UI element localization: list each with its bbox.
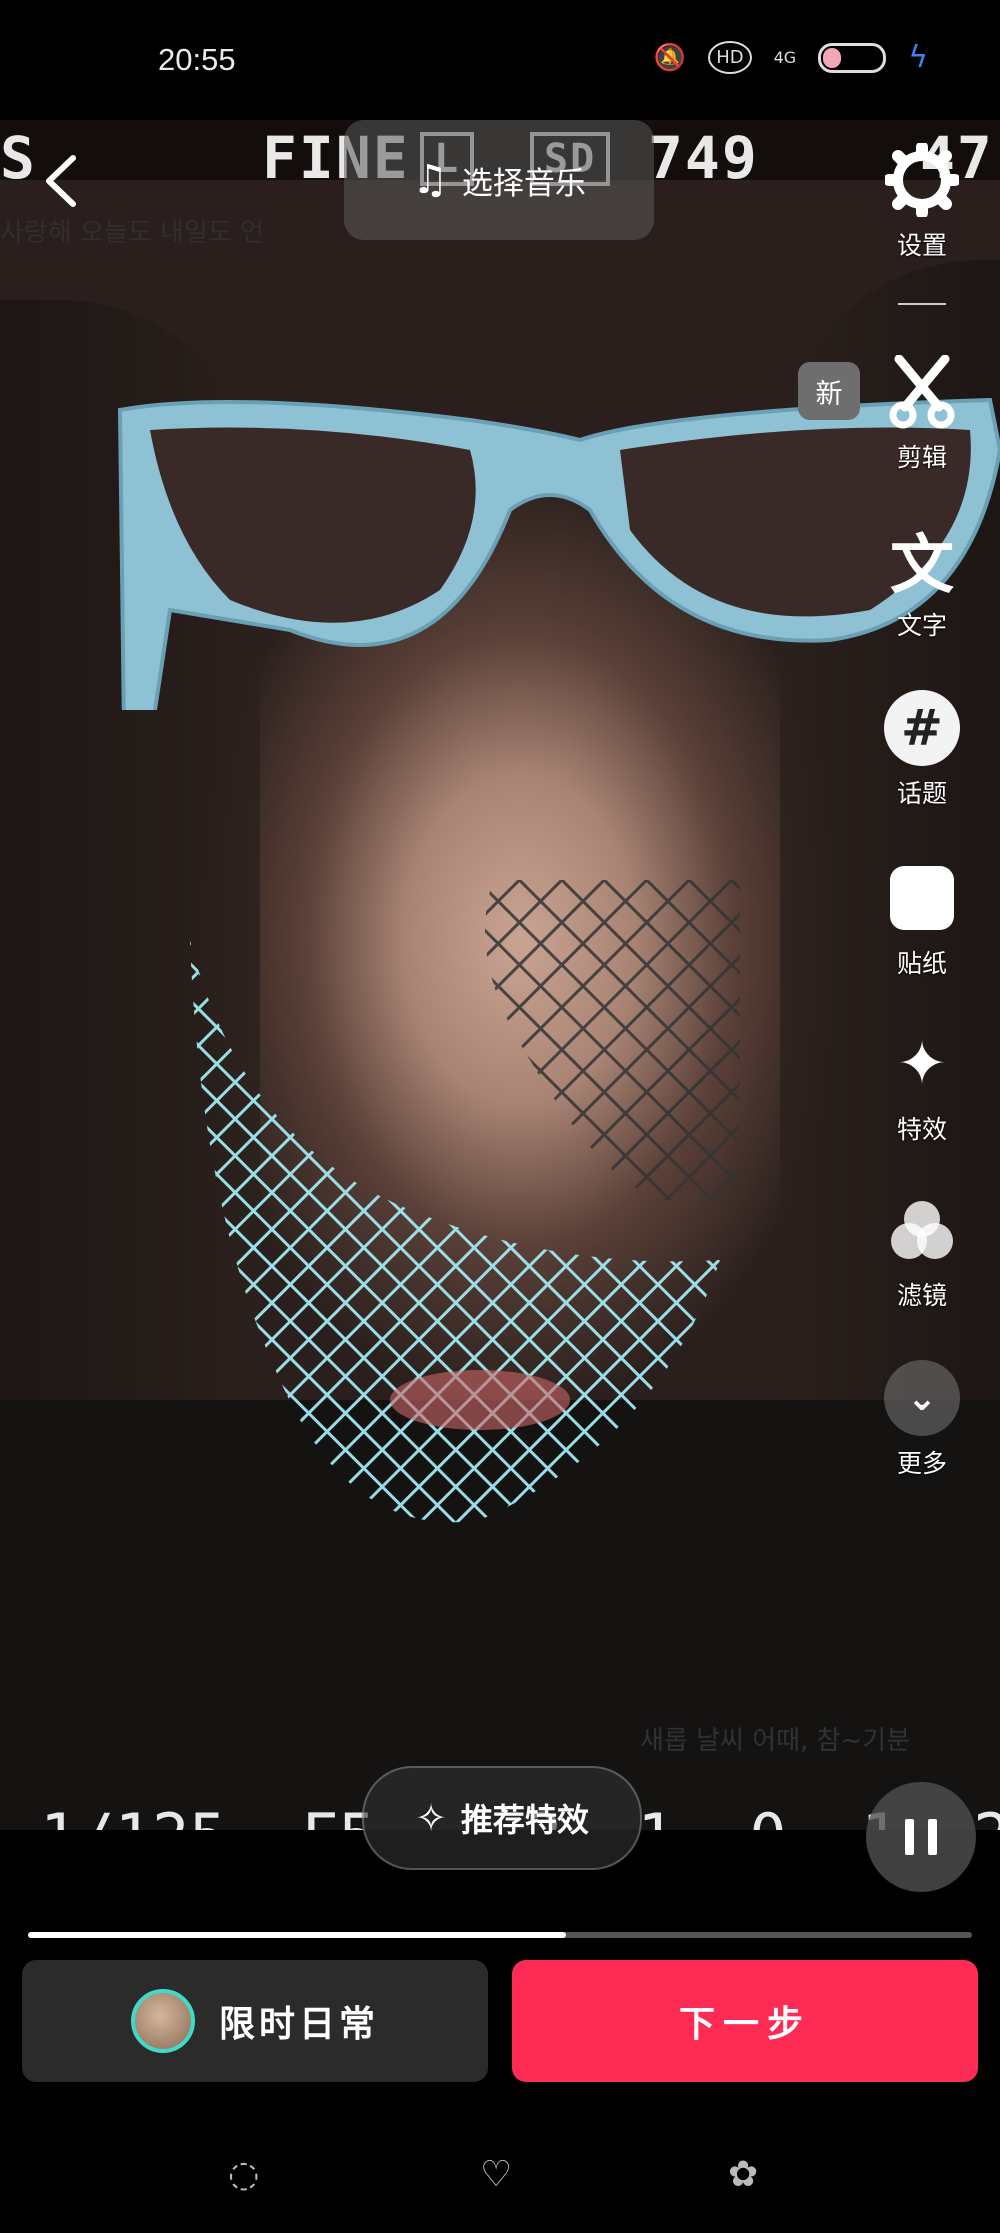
pause-icon — [905, 1819, 937, 1855]
tool-settings[interactable]: 设置 — [872, 140, 972, 262]
tool-filters[interactable]: 滤镜 — [872, 1190, 972, 1312]
charging-icon: ϟ — [908, 40, 928, 75]
tool-effects[interactable]: ✦ 特效 — [872, 1024, 972, 1146]
tool-effects-label: 特效 — [896, 1115, 947, 1144]
template-button[interactable]: 限时日常 — [22, 1960, 488, 2082]
bottom-bar: 限时日常 下一步 ◌ ♡ ✿ — [0, 1938, 1000, 2233]
tool-settings-label: 设置 — [896, 231, 947, 260]
sparkle-icon: ✦ — [896, 1029, 948, 1099]
tool-text-label: 文字 — [896, 611, 947, 640]
text-icon: 文 — [890, 529, 954, 603]
pause-button[interactable] — [866, 1782, 976, 1892]
hd-icon: HD — [708, 41, 752, 74]
avatar — [130, 1989, 195, 2053]
tool-topic[interactable]: # 话题 — [872, 688, 972, 810]
chevron-left-icon — [46, 155, 76, 207]
status-icons: 🔕 HD 4G ϟ — [654, 40, 928, 75]
select-music-label: 选择音乐 — [461, 165, 586, 202]
scissors-icon — [882, 352, 962, 432]
mute-icon: 🔕 — [653, 42, 687, 73]
nav-flower-icon[interactable]: ✿ — [728, 2154, 758, 2195]
tool-more[interactable]: ⌄ 更多 — [872, 1358, 972, 1480]
tool-sticker-label: 贴纸 — [896, 949, 947, 978]
gear-icon — [882, 140, 962, 220]
tool-text[interactable]: 文 文字 — [872, 520, 972, 642]
toolbar-divider — [898, 303, 946, 305]
select-music-button[interactable]: ♫ 选择音乐 — [344, 120, 654, 240]
battery-icon — [818, 42, 887, 73]
korean-caption-bottom: 새롭 날씨 어때, 참~기분 — [640, 1726, 911, 1756]
recommended-effects-button[interactable]: ✧ 推荐特效 — [362, 1766, 642, 1870]
system-nav-bar: ◌ ♡ ✿ — [0, 2144, 1000, 2204]
battery-level — [823, 47, 841, 68]
status-bar: 20:55 🔕 HD 4G ϟ — [0, 0, 1000, 120]
next-step-label: 下一步 — [678, 2004, 811, 2045]
new-badge: 新 — [798, 362, 860, 420]
tool-filters-label: 滤镜 — [896, 1281, 947, 1310]
tool-topic-label: 话题 — [896, 779, 947, 808]
vf-shots: 749 — [648, 124, 759, 192]
tool-edit-label: 剪辑 — [896, 443, 947, 472]
signal-4g-icon: 4G — [773, 48, 797, 67]
sticker-icon — [882, 858, 962, 938]
status-time: 20:55 — [158, 42, 236, 77]
nav-heart-icon[interactable]: ♡ — [480, 2154, 512, 2195]
tool-sticker[interactable]: 贴纸 — [872, 858, 972, 980]
nav-home-icon[interactable]: ◌ — [228, 2154, 259, 2195]
sunglasses-effect — [117, 397, 1000, 710]
korean-caption-top: 사랑해 오늘도 내일도 언 — [0, 218, 264, 248]
face-mesh-effect — [190, 880, 740, 1523]
hashtag-icon: # — [882, 688, 962, 768]
filter-icon — [882, 1190, 962, 1270]
recommended-effects-label: 推荐特效 — [460, 1801, 589, 1839]
template-label: 限时日常 — [218, 2004, 379, 2045]
chevron-down-icon: ⌄ — [882, 1358, 962, 1438]
back-button[interactable] — [30, 150, 92, 212]
tool-more-label: 更多 — [896, 1449, 947, 1478]
sparkle-icon: ✧ — [415, 1796, 447, 1840]
tool-edit[interactable]: 剪辑 — [872, 352, 972, 474]
music-note-icon: ♫ — [412, 157, 448, 203]
next-step-button[interactable]: 下一步 — [512, 1960, 978, 2082]
